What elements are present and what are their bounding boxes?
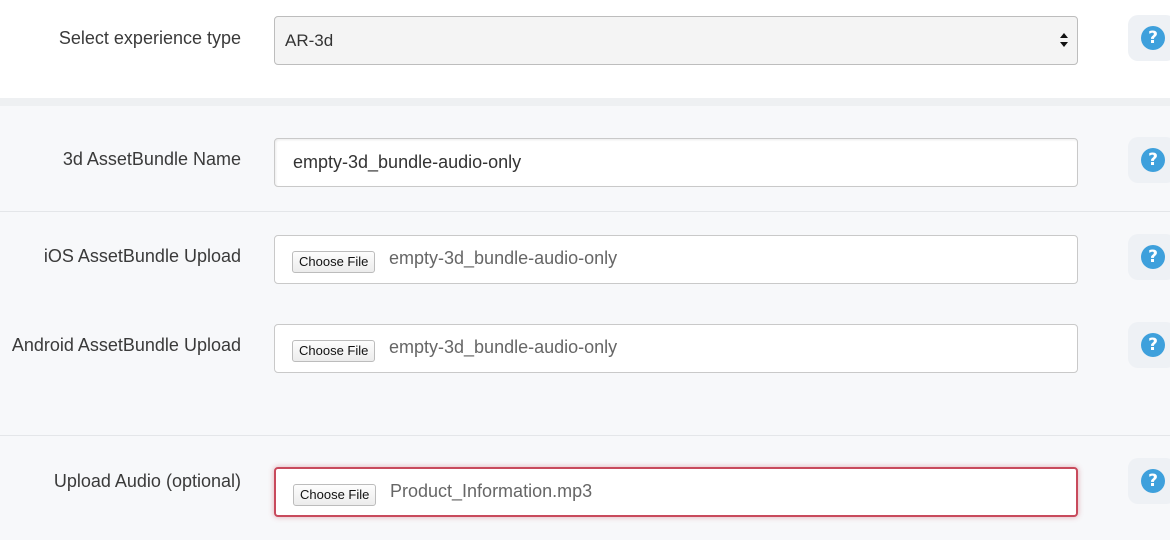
bundle-name-label: 3d AssetBundle Name — [62, 149, 241, 169]
section-separator — [0, 98, 1170, 106]
help-button[interactable]: ? — [1128, 322, 1170, 368]
ios-file-name: empty-3d_bundle-audio-only — [389, 248, 618, 268]
android-upload-field[interactable]: Choose File empty-3d_bundle-audio-only — [274, 324, 1078, 373]
question-circle-icon[interactable]: ? — [1141, 469, 1165, 493]
experience-type-label: Select experience type — [58, 28, 241, 48]
question-circle-icon[interactable]: ? — [1141, 333, 1165, 357]
android-upload-label: Android AssetBundle Upload — [11, 335, 241, 355]
select-arrows-icon — [1060, 33, 1068, 47]
help-button[interactable]: ? — [1128, 234, 1170, 280]
ios-choose-file-button[interactable]: Choose File — [292, 251, 376, 273]
row-divider — [0, 435, 1170, 436]
experience-type-value: AR-3d — [285, 31, 334, 50]
ios-upload-field[interactable]: Choose File empty-3d_bundle-audio-only — [274, 235, 1078, 284]
help-button[interactable]: ? — [1128, 15, 1170, 61]
bundle-name-input[interactable] — [275, 139, 1077, 186]
audio-choose-file-button[interactable]: Choose File — [293, 484, 377, 506]
audio-upload-label: Upload Audio (optional) — [53, 471, 241, 491]
question-circle-icon[interactable]: ? — [1141, 26, 1165, 50]
audio-upload-field[interactable]: Choose File Product_Information.mp3 — [274, 467, 1078, 517]
bundle-name-field[interactable] — [274, 138, 1078, 187]
ios-upload-label: iOS AssetBundle Upload — [43, 246, 241, 266]
question-circle-icon[interactable]: ? — [1141, 148, 1165, 172]
android-choose-file-button[interactable]: Choose File — [292, 340, 376, 362]
audio-file-name: Product_Information.mp3 — [390, 481, 593, 501]
help-button[interactable]: ? — [1128, 137, 1170, 183]
android-file-name: empty-3d_bundle-audio-only — [389, 337, 618, 357]
help-button[interactable]: ? — [1128, 458, 1170, 504]
question-circle-icon[interactable]: ? — [1141, 245, 1165, 269]
experience-type-select[interactable]: AR-3d — [274, 16, 1078, 65]
row-divider — [0, 211, 1170, 212]
